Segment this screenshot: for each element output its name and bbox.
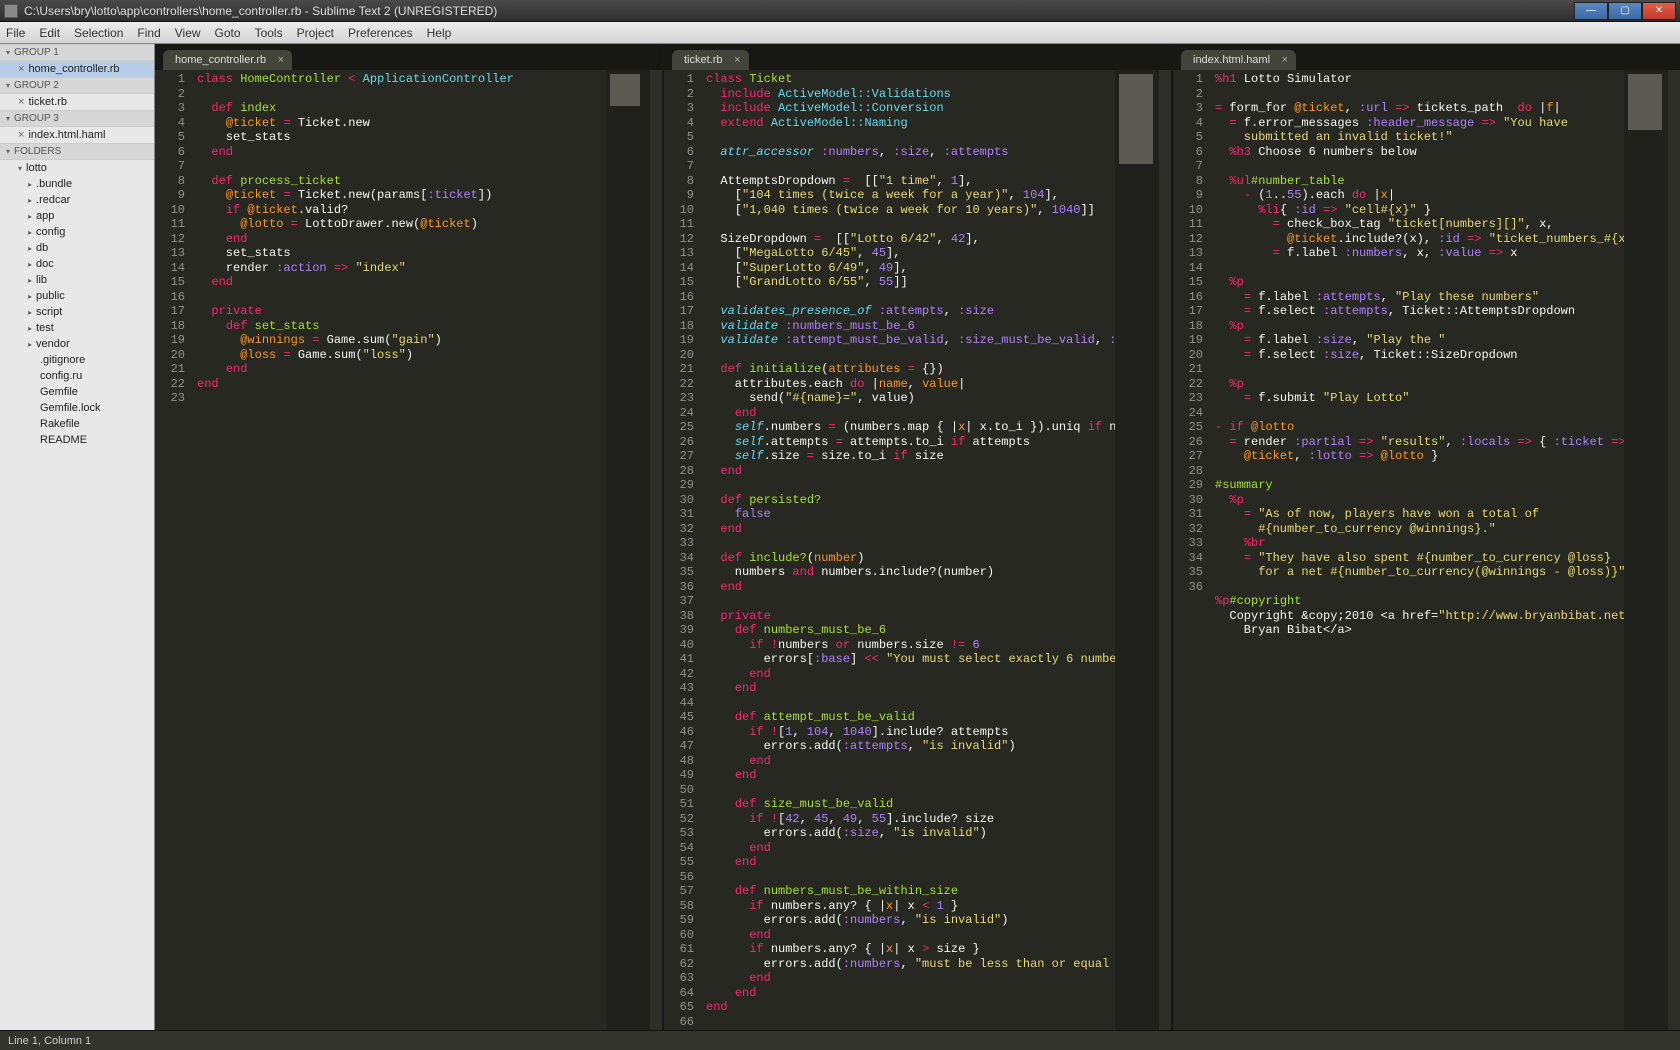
menu-file[interactable]: File bbox=[6, 26, 25, 40]
folder-app[interactable]: app bbox=[0, 208, 154, 224]
maximize-button[interactable]: ▢ bbox=[1608, 2, 1642, 20]
tab-ticket[interactable]: ticket.rb bbox=[672, 50, 749, 70]
tabbar-2: ticket.rb bbox=[664, 44, 1171, 70]
code-2[interactable]: class Ticket include ActiveModel::Valida… bbox=[702, 70, 1115, 1030]
menu-view[interactable]: View bbox=[175, 26, 201, 40]
sidebar: GROUP 1 home_controller.rb GROUP 2 ticke… bbox=[0, 44, 155, 1030]
minimap-2[interactable] bbox=[1115, 70, 1159, 1030]
open-file-ticket[interactable]: ticket.rb bbox=[0, 94, 154, 110]
file-configru[interactable]: config.ru bbox=[0, 368, 154, 384]
gutter-1: 1 2 3 4 5 6 7 8 9 10 11 12 13 14 15 16 1… bbox=[155, 70, 193, 1030]
editor-panes: home_controller.rb 1 2 3 4 5 6 7 8 9 10 … bbox=[155, 44, 1680, 1030]
menu-tools[interactable]: Tools bbox=[255, 26, 283, 40]
tabbar-1: home_controller.rb bbox=[155, 44, 662, 70]
pane-2: ticket.rb 1 2 3 4 5 6 7 8 9 10 11 12 13 … bbox=[664, 44, 1173, 1030]
minimap-1[interactable] bbox=[606, 70, 650, 1030]
editor-1[interactable]: 1 2 3 4 5 6 7 8 9 10 11 12 13 14 15 16 1… bbox=[155, 70, 662, 1030]
pane-3: index.html.haml 1 2 3 4 5 6 7 8 9 10 11 … bbox=[1173, 44, 1680, 1030]
folder-vendor[interactable]: vendor bbox=[0, 336, 154, 352]
minimize-button[interactable]: — bbox=[1574, 2, 1608, 20]
file-gemfile[interactable]: Gemfile bbox=[0, 384, 154, 400]
tab-home-controller[interactable]: home_controller.rb bbox=[163, 50, 292, 70]
scrollbar-1[interactable] bbox=[650, 70, 662, 1030]
editor-2[interactable]: 1 2 3 4 5 6 7 8 9 10 11 12 13 14 15 16 1… bbox=[664, 70, 1171, 1030]
folder-lib[interactable]: lib bbox=[0, 272, 154, 288]
group-header-1[interactable]: GROUP 1 bbox=[0, 44, 154, 61]
folder-public[interactable]: public bbox=[0, 288, 154, 304]
editor-3[interactable]: 1 2 3 4 5 6 7 8 9 10 11 12 13 14 15 16 1… bbox=[1173, 70, 1680, 1030]
status-bar: Line 1, Column 1 bbox=[0, 1030, 1680, 1050]
open-file-index-haml[interactable]: index.html.haml bbox=[0, 127, 154, 143]
window-titlebar: C:\Users\bry\lotto\app\controllers\home_… bbox=[0, 0, 1680, 22]
menu-goto[interactable]: Goto bbox=[215, 26, 241, 40]
code-3[interactable]: %h1 Lotto Simulator = form_for @ticket, … bbox=[1211, 70, 1624, 1030]
status-text: Line 1, Column 1 bbox=[8, 1035, 91, 1047]
menu-project[interactable]: Project bbox=[297, 26, 334, 40]
folder-db[interactable]: db bbox=[0, 240, 154, 256]
code-1[interactable]: class HomeController < ApplicationContro… bbox=[193, 70, 606, 1030]
folder-redcar[interactable]: .redcar bbox=[0, 192, 154, 208]
main-area: GROUP 1 home_controller.rb GROUP 2 ticke… bbox=[0, 44, 1680, 1030]
folder-doc[interactable]: doc bbox=[0, 256, 154, 272]
folder-test[interactable]: test bbox=[0, 320, 154, 336]
close-button[interactable]: ✕ bbox=[1642, 2, 1676, 20]
window-buttons: — ▢ ✕ bbox=[1574, 2, 1676, 20]
pane-1: home_controller.rb 1 2 3 4 5 6 7 8 9 10 … bbox=[155, 44, 664, 1030]
menu-bar: File Edit Selection Find View Goto Tools… bbox=[0, 22, 1680, 44]
file-readme[interactable]: README bbox=[0, 432, 154, 448]
menu-edit[interactable]: Edit bbox=[39, 26, 60, 40]
menu-preferences[interactable]: Preferences bbox=[348, 26, 413, 40]
file-gitignore[interactable]: .gitignore bbox=[0, 352, 154, 368]
folder-config[interactable]: config bbox=[0, 224, 154, 240]
menu-find[interactable]: Find bbox=[137, 26, 160, 40]
folders-header[interactable]: FOLDERS bbox=[0, 143, 154, 160]
tabbar-3: index.html.haml bbox=[1173, 44, 1680, 70]
tab-index-haml[interactable]: index.html.haml bbox=[1181, 50, 1296, 70]
menu-selection[interactable]: Selection bbox=[74, 26, 123, 40]
folder-script[interactable]: script bbox=[0, 304, 154, 320]
file-rakefile[interactable]: Rakefile bbox=[0, 416, 154, 432]
app-icon bbox=[4, 4, 18, 18]
open-file-home-controller[interactable]: home_controller.rb bbox=[0, 61, 154, 77]
scrollbar-3[interactable] bbox=[1668, 70, 1680, 1030]
window-title: C:\Users\bry\lotto\app\controllers\home_… bbox=[24, 4, 497, 18]
menu-help[interactable]: Help bbox=[427, 26, 452, 40]
minimap-3[interactable] bbox=[1624, 70, 1668, 1030]
folder-root[interactable]: lotto bbox=[0, 160, 154, 176]
group-header-2[interactable]: GROUP 2 bbox=[0, 77, 154, 94]
file-gemfilelock[interactable]: Gemfile.lock bbox=[0, 400, 154, 416]
gutter-3: 1 2 3 4 5 6 7 8 9 10 11 12 13 14 15 16 1… bbox=[1173, 70, 1211, 1030]
group-header-3[interactable]: GROUP 3 bbox=[0, 110, 154, 127]
gutter-2: 1 2 3 4 5 6 7 8 9 10 11 12 13 14 15 16 1… bbox=[664, 70, 702, 1030]
scrollbar-2[interactable] bbox=[1159, 70, 1171, 1030]
folder-bundle[interactable]: .bundle bbox=[0, 176, 154, 192]
